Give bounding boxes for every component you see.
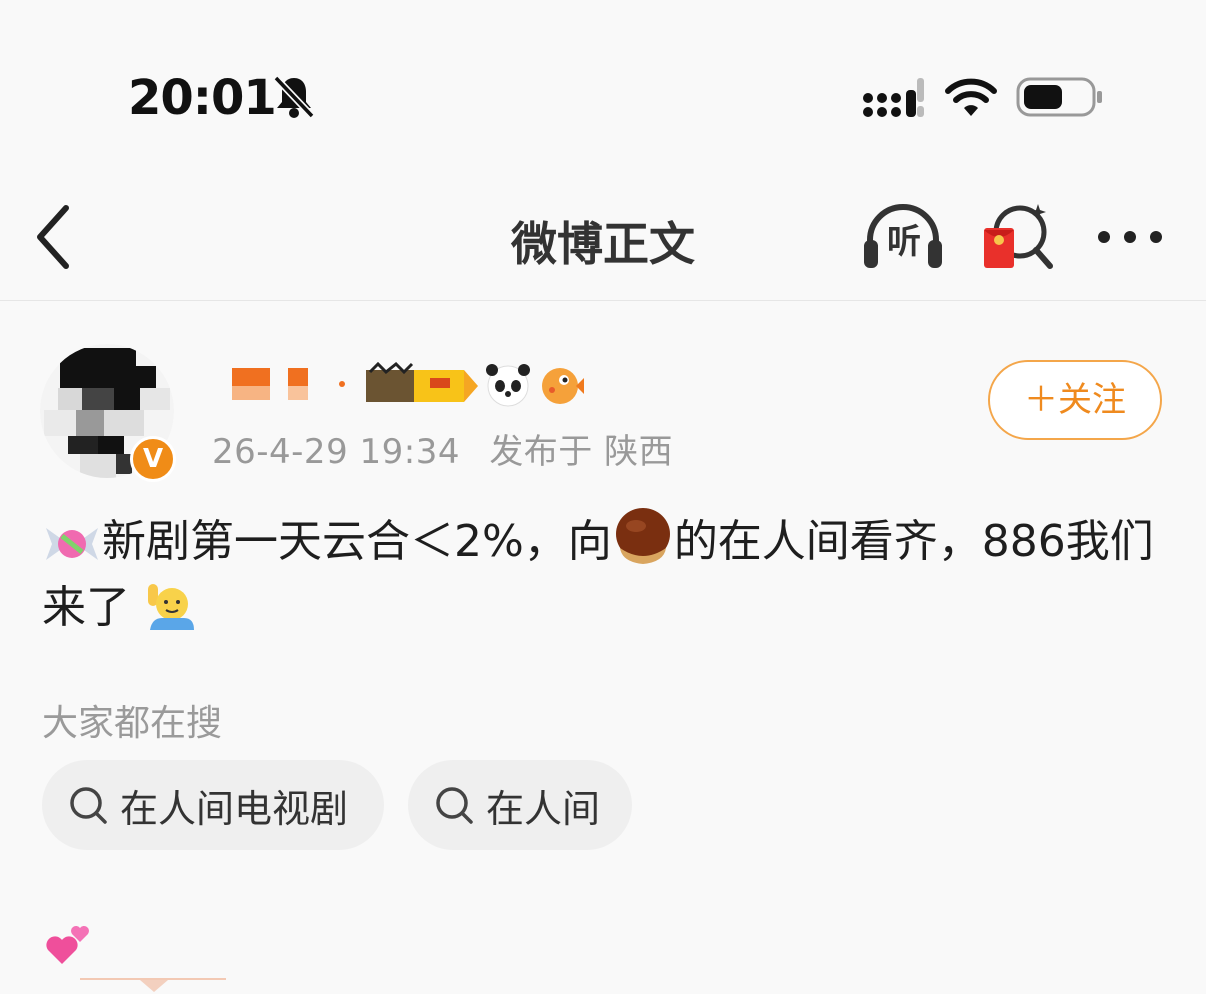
wifi-icon: [945, 78, 997, 116]
follow-button[interactable]: ＋关注: [988, 360, 1162, 440]
search-icon: [70, 787, 107, 824]
post-text: 新剧第一天云合＜2%，向 的在人间看齐，886我们来了: [42, 506, 1172, 641]
battery-icon: [1016, 77, 1102, 117]
search-chip[interactable]: 在人间: [408, 760, 632, 850]
bell-slash-icon: [273, 75, 315, 119]
pufferfish-emoji: [542, 368, 584, 404]
raising-hand-emoji: [148, 584, 194, 630]
red-packet-search-icon[interactable]: [980, 200, 1054, 274]
more-dots-icon[interactable]: [1092, 222, 1168, 252]
search-chip-label: 在人间电视剧: [120, 786, 349, 831]
post-text-part1: 新剧第一天云合＜2%，向: [102, 516, 612, 567]
listen-button[interactable]: 听: [860, 200, 946, 272]
post-timestamp: 26-4-29 19:34: [212, 432, 460, 472]
panda-emoji: [486, 364, 530, 407]
crown-level-badge: [366, 362, 478, 402]
candy-emoji: [46, 528, 98, 560]
cellular-signal-icon: [863, 78, 924, 117]
caret-down-icon: [140, 980, 168, 992]
verified-badge: V: [130, 436, 176, 482]
two-hearts-emoji[interactable]: [44, 920, 92, 966]
status-time: 20:01: [128, 70, 277, 126]
listen-label: 听: [887, 222, 921, 262]
search-icon: [436, 787, 473, 824]
trending-title: 大家都在搜: [42, 703, 223, 744]
chestnut-emoji: [615, 508, 670, 564]
username-blurred[interactable]: [226, 362, 586, 410]
post-meta: 26-4-29 19:34 发布于 陕西: [212, 424, 673, 473]
search-chip-label: 在人间: [486, 786, 601, 831]
post-location: 发布于 陕西: [489, 432, 674, 472]
search-chip[interactable]: 在人间电视剧: [42, 760, 384, 850]
